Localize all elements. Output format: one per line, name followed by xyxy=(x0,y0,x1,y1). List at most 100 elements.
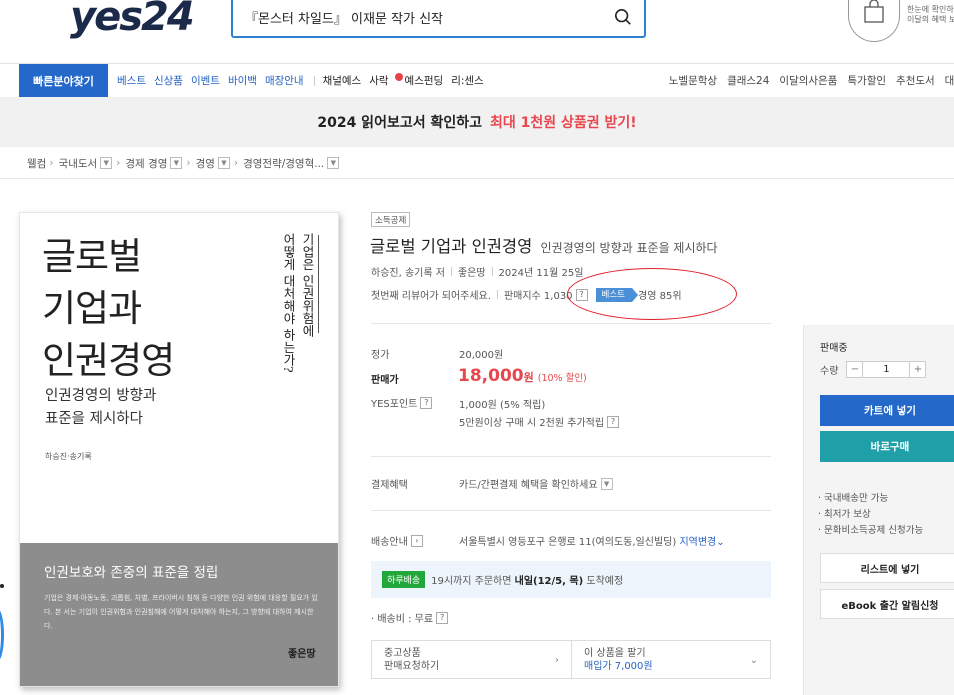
cart-link[interactable] xyxy=(848,0,900,42)
nav-item-best[interactable]: 베스트 xyxy=(117,73,146,88)
nav-item-channelyes[interactable]: 채널예스 xyxy=(323,73,362,88)
cover-vertical-text: 기업은 인권위험에 xyxy=(300,233,315,337)
promo-side[interactable]: 한눈에 확인하 이달의 혜택 보 xyxy=(907,5,954,25)
yes24-logo[interactable]: yes24 xyxy=(70,0,195,40)
list-price-value: 20,000원 xyxy=(459,350,504,361)
chevron-down-icon[interactable]: ▼ xyxy=(100,157,113,169)
buy-now-button[interactable]: 바로구매 xyxy=(820,431,954,462)
used-sale-request[interactable]: 중고상품 판매요청하기 › xyxy=(372,641,571,678)
header: yes24 『몬스터 차일드』 이재문 작가 신작 한눈에 확인하 이달의 혜택… xyxy=(0,0,954,62)
tax-deduction-tag: 소득공제 xyxy=(371,212,411,227)
review-link[interactable]: 첫번째 리뷰어가 되어주세요. xyxy=(371,287,491,302)
nav-item-store[interactable]: 매장안내 xyxy=(265,73,304,88)
search-value: 『몬스터 차일드』 이재문 작가 신작 xyxy=(245,11,444,27)
nav-item-event[interactable]: 이벤트 xyxy=(191,73,220,88)
change-region-link[interactable]: 지역변경 xyxy=(679,537,716,548)
nav-item-bulk[interactable]: 대량 xyxy=(945,73,954,88)
nav-item-buyback[interactable]: 바이백 xyxy=(228,73,257,88)
payment-benefit[interactable]: 카드/간편결제 혜택을 확인하세요 ▼ xyxy=(459,476,613,491)
breadcrumb-arrow-icon: › xyxy=(116,157,121,169)
breadcrumb-management[interactable]: 경영 xyxy=(196,156,215,171)
nav-item-gift[interactable]: 이달의사은품 xyxy=(779,73,837,88)
sales-index: 판매지수 1,030 xyxy=(503,291,573,302)
chevron-right-icon: › xyxy=(555,655,559,666)
discount-rate: (10% 할인) xyxy=(537,373,587,384)
divider xyxy=(0,178,954,179)
sale-status: 판매중 xyxy=(820,343,848,354)
nav-item-nobel[interactable]: 노벨문학상 xyxy=(669,73,717,88)
delivery-info: 하루배송 19시까지 주문하면 내일(12/5, 목) 도착예정 xyxy=(371,561,771,598)
breadcrumb-strategy[interactable]: 경영전략/경영혁... xyxy=(243,156,324,171)
cover-publisher-logo: 좋은땅 xyxy=(288,649,316,660)
author-link[interactable]: 하승진, 송기록 저 xyxy=(371,264,445,279)
sale-price: 18,000원 (10% 할인) xyxy=(458,366,587,386)
list-price-label: 정가 xyxy=(371,350,390,361)
divider xyxy=(371,456,771,457)
chevron-down-icon[interactable]: ▼ xyxy=(217,157,230,169)
quantity-input[interactable]: 1 xyxy=(863,361,910,378)
nav-item-class24[interactable]: 클래스24 xyxy=(727,73,769,88)
breadcrumb-arrow-icon: › xyxy=(233,157,239,169)
main-nav: 빠른분야찾기 베스트 신상품 이벤트 바이백 매장안내 채널예스 사락 예스펀딩… xyxy=(0,63,954,97)
publish-date: 2024년 11월 25일 xyxy=(498,268,584,279)
publisher-link[interactable]: 좋은땅 xyxy=(458,264,486,279)
used-sell-box: 중고상품 판매요청하기 › 이 상품을 팔기 매입가 7,000원 ⌄ xyxy=(371,640,771,679)
floating-widget[interactable] xyxy=(0,608,4,662)
annotation-circle xyxy=(567,268,737,320)
point-value: 1,000원 (5% 적립) xyxy=(459,400,546,411)
help-icon[interactable]: ? xyxy=(607,415,620,428)
nav-item-sarak[interactable]: 사락 xyxy=(369,73,388,88)
breadcrumb-arrow-icon: › xyxy=(186,157,191,169)
nav-item-funding[interactable]: 예스펀딩 xyxy=(405,73,444,88)
shipping-address: 서울특별시 영등포구 은행로 11(여의도동,일신빌딩) 지역변경⌄ xyxy=(459,537,725,548)
add-to-cart-button[interactable]: 카트에 넣기 xyxy=(820,395,954,426)
promo-banner[interactable]: 2024 읽어보고서 확인하고 최대 1천원 상품권 받기! xyxy=(0,97,954,147)
nav-item-license[interactable]: 리:센스 xyxy=(451,73,484,88)
quick-category-button[interactable]: 빠른분야찾기 xyxy=(19,64,108,97)
breadcrumb-domestic[interactable]: 국내도서 xyxy=(59,156,98,171)
one-day-delivery-badge: 하루배송 xyxy=(382,571,426,588)
help-icon[interactable]: ? xyxy=(420,396,433,409)
sale-price-label: 판매가 xyxy=(371,375,399,386)
book-cover[interactable]: 글로벌 기업과 인권경영 기업은 인권위험에 어떻게 대처해야 하는가? 인권경… xyxy=(19,212,339,687)
nav-divider xyxy=(313,75,315,86)
point-label: YES포인트 ? xyxy=(371,395,433,410)
search-input[interactable]: 『몬스터 차일드』 이재문 작가 신작 xyxy=(231,0,646,38)
nav-left: 베스트 신상품 이벤트 바이백 매장안내 채널예스 사락 예스펀딩 리:센스 xyxy=(117,64,492,97)
breadcrumb-economy[interactable]: 경제 경영 xyxy=(125,156,167,171)
product-title: 글로벌 기업과 인권경영 인권경영의 방향과 표준을 제시하다 xyxy=(370,237,718,256)
chevron-right-icon[interactable]: › xyxy=(410,534,423,547)
add-to-list-button[interactable]: 리스트에 넣기 xyxy=(820,553,954,583)
plus-icon[interactable]: + xyxy=(909,361,927,378)
purchase-panel: 판매중 수량 − 1 + 카트에 넣기 바로구매 · 국내배송만 가능 · 최저… xyxy=(803,325,954,695)
breadcrumb-home[interactable]: 웰컴 xyxy=(27,156,46,171)
chevron-down-icon[interactable]: ▼ xyxy=(600,477,613,490)
shipping-notes: · 국내배송만 가능 · 최저가 보상 · 문화비소득공제 신청가능 xyxy=(818,493,924,536)
cover-bottom-title: 인권보호와 존중의 표준을 정립 xyxy=(44,565,219,581)
cover-bottom-band: 인권보호와 존중의 표준을 정립 기업은 경제·아동노동, 괴롭힘, 차별, 프… xyxy=(20,543,338,686)
nav-item-sale[interactable]: 특가할인 xyxy=(847,73,886,88)
nav-item-recommend[interactable]: 추천도서 xyxy=(896,73,935,88)
help-icon[interactable]: ? xyxy=(436,611,449,624)
chevron-down-icon: ⌄ xyxy=(716,537,725,548)
edge-dot xyxy=(0,584,4,588)
payment-label: 결제혜택 xyxy=(371,480,408,491)
divider xyxy=(371,510,771,511)
chevron-down-icon[interactable]: ▼ xyxy=(327,157,340,169)
minus-icon[interactable]: − xyxy=(846,361,864,378)
quantity-stepper: 수량 − 1 + xyxy=(820,361,927,378)
cover-bottom-desc: 기업은 경제·아동노동, 괴롭힘, 차별, 프라이버시 침해 등 다양한 인권 … xyxy=(44,594,318,630)
sell-this-item[interactable]: 이 상품을 팔기 매입가 7,000원 ⌄ xyxy=(571,641,770,678)
shopping-bag-icon xyxy=(864,0,884,23)
breadcrumb-arrow-icon: › xyxy=(49,157,54,169)
chevron-down-icon[interactable]: ▼ xyxy=(170,157,183,169)
product-meta: 하승진, 송기록 저 좋은땅 2024년 11월 25일 xyxy=(371,264,583,279)
ebook-alert-button[interactable]: eBook 출간 알림신청 xyxy=(820,589,954,619)
divider xyxy=(371,323,771,324)
nav-item-new[interactable]: 신상품 xyxy=(154,73,183,88)
search-icon[interactable] xyxy=(614,8,632,26)
shipping-fee: · 배송비 : 무료 ? xyxy=(371,610,449,625)
nav-right: 노벨문학상 클래스24 이달의사은품 특가할인 추천도서 대량 xyxy=(659,64,954,97)
cover-title: 글로벌 기업과 인권경영 xyxy=(42,235,175,382)
cover-authors: 하승진·송기록 xyxy=(45,452,92,461)
